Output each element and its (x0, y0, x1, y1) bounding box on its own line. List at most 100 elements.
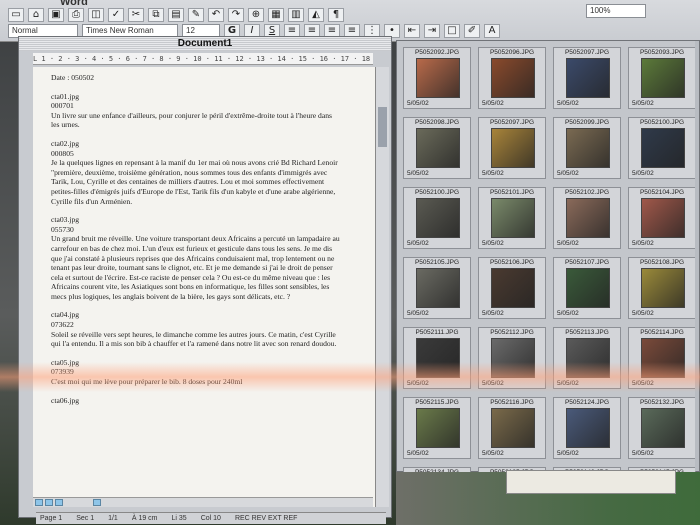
document-paragraph[interactable]: cta05.jpg 073939 C'est moi qui me lève pou… (51, 358, 371, 387)
photo-thumbnail[interactable]: P5052106.JPG 5/05/02 (478, 257, 546, 319)
status-column: Col 10 (200, 515, 221, 522)
photo-thumbnail[interactable]: P5052112.JPG 5/05/02 (478, 327, 546, 389)
photo-thumbnail[interactable]: P5052093.JPG 5/05/02 (628, 47, 696, 109)
vertical-scrollbar[interactable] (375, 67, 389, 507)
border-icon[interactable]: □ (444, 24, 460, 38)
photo-image (416, 408, 460, 448)
paste-icon[interactable]: ▤ (168, 8, 184, 22)
horizontal-ruler[interactable]: L 1 · 2 · 3 · 4 · 5 · 6 · 7 · 8 · 9 · 10… (33, 53, 373, 65)
photo-image (416, 338, 460, 378)
photo-image (491, 128, 535, 168)
scroll-left-icon[interactable] (93, 499, 101, 506)
new-document-icon[interactable]: ▭ (8, 8, 24, 22)
status-line: Li 35 (171, 515, 187, 522)
document-line: mecs plus logiques, les anglais boivent … (51, 291, 291, 301)
font-color-icon[interactable]: A (484, 24, 500, 38)
print-preview-icon[interactable]: ◫ (88, 8, 104, 22)
document-page[interactable]: Date : 050502 cta01.jpg 000701 Un livre sur… (33, 67, 375, 507)
table-icon[interactable]: ▦ (268, 8, 284, 22)
layout-view-icon[interactable] (45, 499, 53, 506)
columns-icon[interactable]: ▥ (288, 8, 304, 22)
photo-image (641, 198, 685, 238)
photo-image (566, 338, 610, 378)
document-line: C'est moi qui me lève pour préparer le b… (51, 377, 243, 387)
photo-filename: P5052100.JPG (639, 119, 685, 126)
document-title[interactable]: Document1 (19, 37, 391, 51)
photo-filename: P5052108.JPG (639, 259, 685, 266)
photo-thumbnail[interactable]: P5052100.JPG 5/05/02 (628, 117, 696, 179)
document-paragraph[interactable]: cta02.jpg 000805 Je la quelques lignes en … (51, 139, 371, 206)
document-paragraph[interactable]: cta04.jpg 073622 Soleil se réveille vers s… (51, 310, 371, 348)
photo-filename: P5052112.JPG (490, 329, 534, 336)
photo-thumbnail[interactable]: P5052099.JPG 5/05/02 (553, 117, 621, 179)
drawing-icon[interactable]: ◭ (308, 8, 324, 22)
print-icon[interactable]: ⎙ (68, 8, 84, 22)
horizontal-scrollbar[interactable] (33, 497, 373, 507)
photo-thumbnail[interactable]: P5052124.JPG 5/05/02 (553, 397, 621, 459)
photo-thumbnail[interactable]: P5052115.JPG 5/05/02 (403, 397, 471, 459)
zoom-select[interactable]: 100% (586, 4, 646, 18)
document-line: cela et surtout de l'écrire. Est-ce raci… (51, 272, 331, 282)
photo-filename: P5052097.JPG (564, 49, 610, 56)
photo-image (641, 58, 685, 98)
photo-thumbnail[interactable]: P5052108.JPG 5/05/02 (628, 257, 696, 319)
photo-date: 5/05/02 (632, 310, 654, 317)
undo-icon[interactable]: ↶ (208, 8, 224, 22)
document-paragraph[interactable]: cta01.jpg 000701 Un livre sur une enfance … (51, 92, 371, 130)
document-body[interactable]: Date : 050502 cta01.jpg 000701 Un livre sur… (51, 73, 371, 414)
indent-increase-icon[interactable]: ⇥ (424, 24, 440, 38)
show-hide-icon[interactable]: ¶ (328, 8, 344, 22)
document-line: "première, deuxième, troisième génératio… (51, 167, 328, 177)
photo-date: 5/05/02 (632, 100, 654, 107)
photo-thumbnail[interactable]: P5052102.JPG 5/05/02 (553, 187, 621, 249)
photo-scrollbar[interactable] (695, 41, 699, 471)
photo-thumbnail[interactable]: P5052098.JPG 5/05/02 (403, 117, 471, 179)
spellcheck-icon[interactable]: ✓ (108, 8, 124, 22)
photo-thumbnail[interactable]: P5052097.JPG 5/05/02 (553, 47, 621, 109)
cut-icon[interactable]: ✂ (128, 8, 144, 22)
photo-thumbnail[interactable]: P5052097.JPG 5/05/02 (478, 117, 546, 179)
photo-thumbnail[interactable]: P5052101.JPG 5/05/02 (478, 187, 546, 249)
photo-image (491, 408, 535, 448)
photo-thumbnail[interactable]: P5052092.JPG 5/05/02 (403, 47, 471, 109)
document-line: Africains courent vite, les Asiatiques s… (51, 282, 330, 292)
document-line: Soleil se réveille vers sept heures, le … (51, 329, 336, 339)
photo-thumbnail[interactable]: P5052116.JPG 5/05/02 (478, 397, 546, 459)
status-bar: Page 1 Sec 1 1/1 À 19 cm Li 35 Col 10 RE… (36, 512, 386, 524)
document-paragraph[interactable]: Date : 050502 (51, 73, 371, 83)
photo-filename: P5052107.JPG (564, 259, 610, 266)
save-icon[interactable]: ▣ (48, 8, 64, 22)
normal-view-icon[interactable] (35, 499, 43, 506)
photo-thumbnail[interactable]: P5052096.JPG 5/05/02 (478, 47, 546, 109)
copy-icon[interactable]: ⧉ (148, 8, 164, 22)
status-modes: REC REV EXT REF (234, 515, 298, 522)
photo-filename: P5052114.JPG (640, 329, 684, 336)
background-window (506, 470, 676, 494)
photo-date: 5/05/02 (557, 380, 579, 387)
photo-filename: P5052124.JPG (564, 399, 610, 406)
document-window: Document1 L 1 · 2 · 3 · 4 · 5 · 6 · 7 · … (18, 36, 392, 518)
photo-thumbnail[interactable]: P5052114.JPG 5/05/02 (628, 327, 696, 389)
scroll-thumb[interactable] (378, 107, 387, 147)
photo-thumbnail[interactable]: P5052104.JPG 5/05/02 (628, 187, 696, 249)
photo-image (566, 268, 610, 308)
photo-thumbnail[interactable]: P5052105.JPG 5/05/02 (403, 257, 471, 319)
format-painter-icon[interactable]: ✎ (188, 8, 204, 22)
document-line: 073622 (51, 320, 74, 330)
indent-decrease-icon[interactable]: ⇤ (404, 24, 420, 38)
highlight-icon[interactable]: ✐ (464, 24, 480, 38)
photo-thumbnail[interactable]: P5052113.JPG 5/05/02 (553, 327, 621, 389)
photo-thumbnail[interactable]: P5052107.JPG 5/05/02 (553, 257, 621, 319)
photo-image (416, 198, 460, 238)
photo-thumbnail[interactable]: P5052132.JPG 5/05/02 (628, 397, 696, 459)
outline-view-icon[interactable] (55, 499, 63, 506)
document-line: cta02.jpg (51, 138, 80, 148)
photo-thumbnail[interactable]: P5052100.JPG 5/05/02 (403, 187, 471, 249)
photo-thumbnail[interactable]: P5052111.JPG 5/05/02 (403, 327, 471, 389)
redo-icon[interactable]: ↷ (228, 8, 244, 22)
document-paragraph[interactable]: cta03.jpg 055730 Un grand bruit me réveill… (51, 215, 371, 301)
hyperlink-icon[interactable]: ⊕ (248, 8, 264, 22)
open-folder-icon[interactable]: ⌂ (28, 8, 44, 22)
photo-image (566, 198, 610, 238)
document-paragraph[interactable]: cta06.jpg (51, 396, 371, 406)
